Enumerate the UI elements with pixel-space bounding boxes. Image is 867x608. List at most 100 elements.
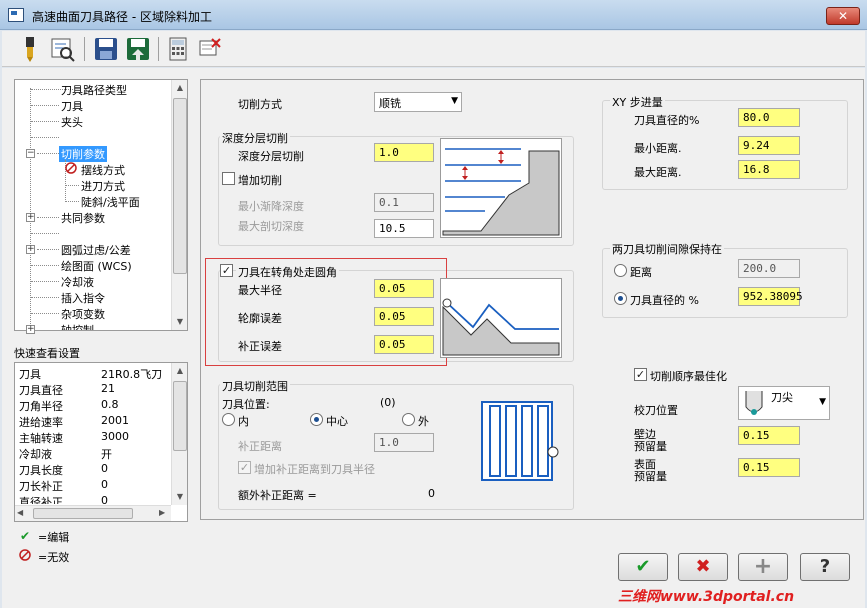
wall-stock-label-2: 预留量 — [634, 440, 667, 453]
toolbar — [2, 31, 865, 67]
max-radius-input[interactable]: 0.05 — [374, 279, 434, 298]
calculator-icon[interactable] — [164, 35, 192, 63]
radio-percent[interactable] — [614, 292, 627, 305]
radio-inside[interactable] — [222, 413, 235, 426]
tree-item-entry[interactable]: 进刀方式 — [81, 178, 125, 194]
radio-distance[interactable] — [614, 264, 627, 277]
ok-button[interactable]: ✔ — [618, 553, 668, 581]
quick-view-value: 0 — [101, 478, 108, 491]
radio-outside[interactable] — [402, 413, 415, 426]
tree-item-holder[interactable]: 夹头 — [61, 114, 83, 130]
cut-method-select[interactable]: 顺铣 ▼ — [374, 92, 462, 112]
app-icon — [8, 8, 24, 22]
keep-tool-down-title: 两刀具切削间隙保持在 — [610, 241, 724, 257]
chevron-down-icon: ▼ — [451, 96, 458, 106]
tool-position-label: 刀具位置: — [222, 398, 270, 411]
tree-item-tool[interactable]: 刀具 — [61, 98, 83, 114]
quick-view-value: 0 — [101, 462, 108, 475]
add-cuts-checkbox[interactable] — [222, 172, 235, 185]
add-button[interactable]: + — [738, 553, 788, 581]
tree-item-axis-control[interactable]: 轴控制 — [61, 322, 94, 330]
edit-check-icon: ✔ — [20, 529, 31, 543]
xy-percent-input[interactable]: 80.0 — [738, 108, 800, 127]
xy-max-label: 最大距离. — [634, 166, 682, 179]
xy-min-input[interactable]: 9.24 — [738, 136, 800, 155]
quick-view-key: 刀角半径 — [19, 400, 63, 413]
tree-item-common[interactable]: 共同参数 — [61, 210, 105, 226]
clear-icon[interactable] — [196, 35, 224, 63]
add-offset-label: 增加补正距离到刀具半径 — [254, 463, 375, 476]
help-button[interactable]: ? — [800, 553, 850, 581]
invalid-icon — [19, 549, 31, 561]
radio-center[interactable] — [310, 413, 323, 426]
wall-stock-input[interactable]: 0.15 — [738, 426, 800, 445]
profile-tolerance-input[interactable]: 0.05 — [374, 307, 434, 326]
max-radius-label: 最大半径 — [238, 284, 282, 297]
quick-view-key: 主轴转速 — [19, 432, 63, 445]
save-icon[interactable] — [92, 35, 120, 63]
quick-view-value: 0.8 — [101, 398, 119, 411]
depth-step-input[interactable]: 1.0 — [374, 143, 434, 162]
toolbar-separator — [84, 37, 85, 61]
quick-view-key: 直径补正 — [19, 496, 63, 504]
tree-item-misc[interactable]: 杂项变数 — [61, 306, 105, 322]
tree-item-steep-shallow[interactable]: 陡斜/浅平面 — [81, 194, 140, 210]
radio-distance-label: 距离 — [630, 266, 652, 279]
tree-item-toolpath-type[interactable]: 刀具路径类型 — [61, 82, 127, 98]
floor-stock-input[interactable]: 0.15 — [738, 458, 800, 477]
min-ramp-depth-input[interactable]: 0.1 — [374, 193, 434, 212]
quick-view-value: 21 — [101, 382, 115, 395]
quick-view-vscrollbar[interactable]: ▲ ▼ — [171, 363, 187, 505]
quick-view-list: 刀具 21R0.8飞刀 刀具直径 21 刀角半径 0.8 进给速率 2001 主… — [14, 362, 188, 522]
quick-view-key: 刀具长度 — [19, 464, 63, 477]
quick-view-value: 21R0.8飞刀 — [101, 368, 163, 381]
quick-view-key: 刀长补正 — [19, 480, 63, 493]
load-icon[interactable] — [124, 35, 152, 63]
tree-expander[interactable]: + — [26, 213, 35, 222]
compensation-position-select[interactable]: 刀尖 ▼ — [738, 386, 830, 420]
quick-view-key: 刀具直径 — [19, 384, 63, 397]
invalid-icon — [65, 162, 77, 174]
quick-view-value: 开 — [101, 448, 112, 461]
xy-min-label: 最小距离. — [634, 142, 682, 155]
tree-item-cut-params[interactable]: 切削参数 — [59, 146, 107, 162]
floor-stock-label-2: 预留量 — [634, 470, 667, 483]
corner-rounding-label: 刀具在转角处走圆角 — [236, 264, 339, 280]
tree-item-canned-text[interactable]: 插入指令 — [61, 290, 105, 306]
xy-stepover-title: XY 步进量 — [610, 94, 665, 110]
tree-scrollbar[interactable]: ▲ ▼ — [171, 80, 187, 330]
corner-rounding-checkbox[interactable]: ✓ — [220, 264, 233, 277]
offset-tolerance-input[interactable]: 0.05 — [374, 335, 434, 354]
min-ramp-depth-label: 最小渐降深度 — [238, 200, 304, 213]
quick-view-hscrollbar[interactable]: ◀ ▶ — [15, 505, 171, 521]
optimize-order-checkbox[interactable]: ✓ — [634, 368, 647, 381]
tool-containment-diagram — [476, 396, 562, 488]
xy-max-input[interactable]: 16.8 — [738, 160, 800, 179]
tree-expander[interactable]: − — [26, 149, 35, 158]
add-offset-checkbox[interactable]: ✓ — [238, 461, 251, 474]
offset-distance-input[interactable]: 1.0 — [374, 433, 434, 452]
tree-expander[interactable]: + — [26, 245, 35, 254]
tree-expander[interactable]: + — [26, 325, 35, 334]
add-cuts-label: 增加切削 — [238, 174, 282, 187]
gap-distance-input[interactable]: 200.0 — [738, 259, 800, 278]
tree-item-arc-filter[interactable]: 圆弧过虑/公差 — [61, 242, 131, 258]
cancel-button[interactable]: ✖ — [678, 553, 728, 581]
toolbar-separator — [158, 37, 159, 61]
close-button[interactable]: ✕ — [826, 7, 860, 25]
depth-cuts-diagram — [440, 138, 562, 238]
quick-view-value: 0 — [101, 494, 108, 504]
optimize-order-label: 切削顺序最佳化 — [650, 370, 727, 383]
extra-offset-label: 额外补正距离 = — [238, 489, 317, 502]
quick-view-key: 进给速率 — [19, 416, 63, 429]
max-section-depth-label: 最大剖切深度 — [238, 220, 304, 233]
gap-percent-input[interactable]: 952.38095 — [738, 287, 803, 306]
tree-item-coolant[interactable]: 冷却液 — [61, 274, 94, 290]
tree-item-plane[interactable]: 绘图面 (WCS) — [61, 258, 132, 274]
max-section-depth-input[interactable]: 10.5 — [374, 219, 434, 238]
radio-percent-label: 刀具直径的 % — [630, 294, 699, 307]
tool-icon[interactable] — [16, 35, 44, 63]
preview-icon[interactable] — [48, 35, 76, 63]
corner-rounding-diagram — [440, 278, 562, 358]
tree-item-trochoidal[interactable]: 摆线方式 — [81, 162, 125, 178]
